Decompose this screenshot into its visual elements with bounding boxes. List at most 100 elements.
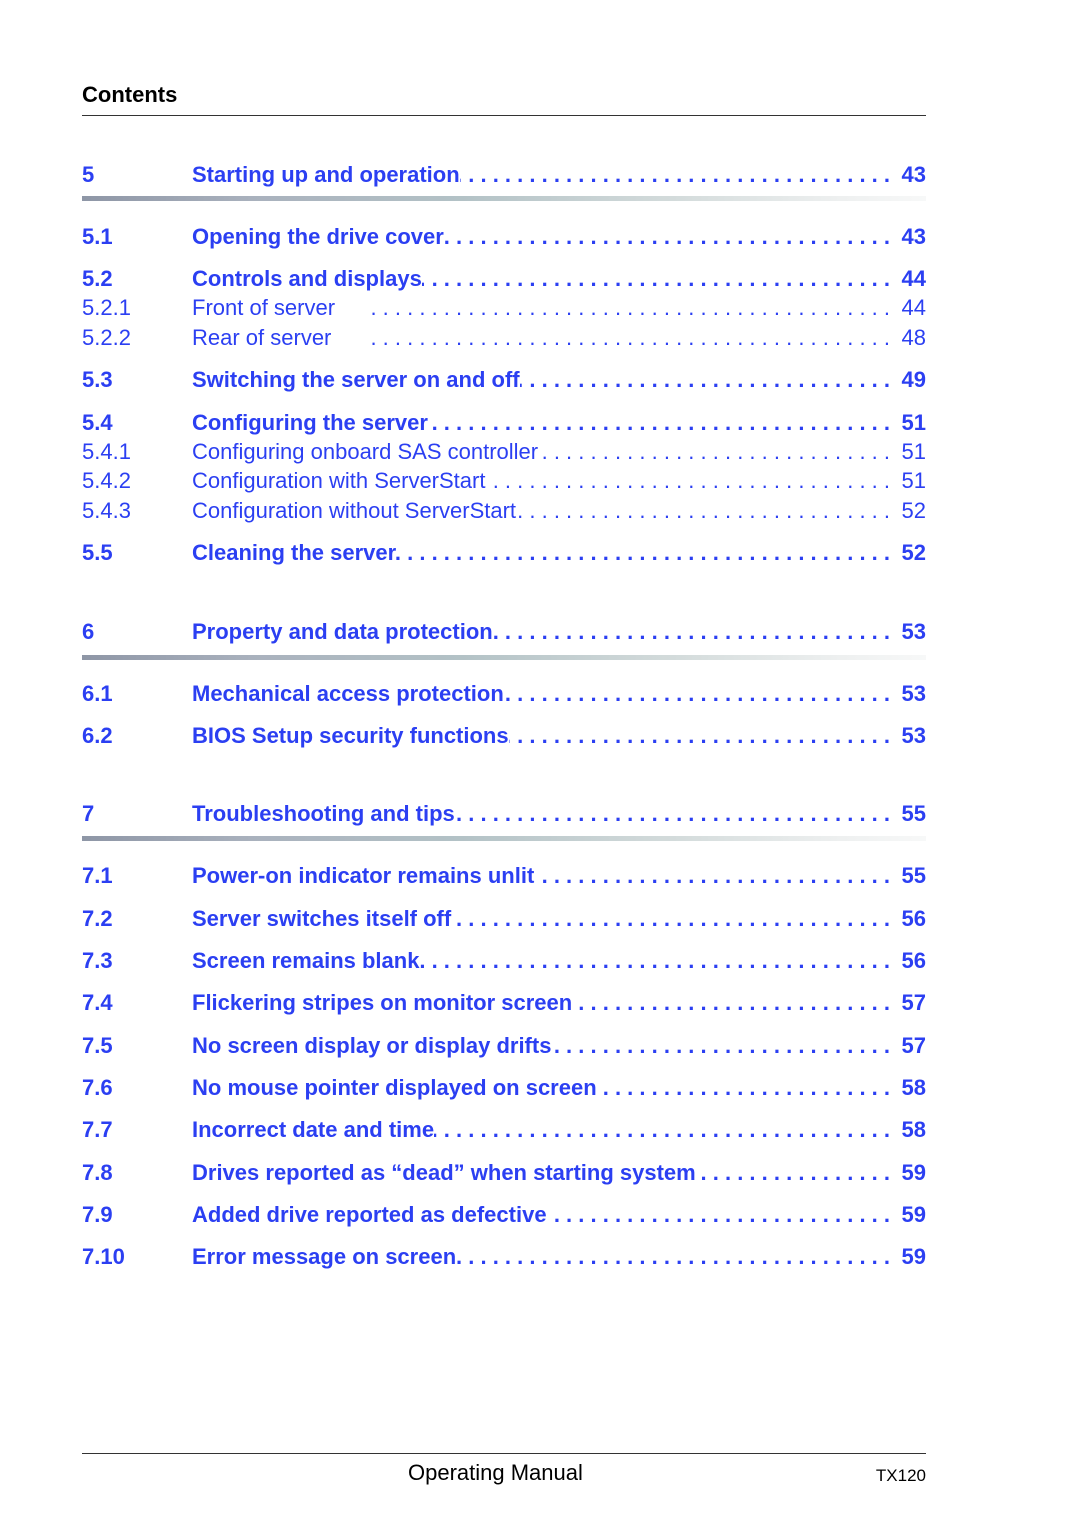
toc-entry-page-number[interactable]: 59 [894, 1202, 926, 1228]
page-title: Contents [82, 82, 178, 107]
toc-entry-title-wrap: Rear of server . . . . . . . . . . . . . … [192, 325, 894, 351]
toc-entry-page-number[interactable]: 52 [894, 498, 926, 524]
toc-entry[interactable]: 5.2 Controls and displays. . . . . . . . … [82, 266, 926, 296]
toc-entry-title[interactable]: Troubleshooting and tips [192, 801, 455, 827]
toc-entry-title-wrap: Troubleshooting and tips. . . . . . . . … [192, 801, 894, 827]
toc-entry-page-number[interactable]: 43 [894, 162, 926, 188]
toc-entry-title[interactable]: Front of server [192, 295, 335, 321]
toc-dot-leader: . . . . . . . . . . . . . . . . . . . . … [451, 906, 890, 931]
toc-dot-leader: . . . . . . . . . . . . . . . . . . . . … [534, 863, 890, 888]
toc-entry[interactable]: 5.1 Opening the drive cover. . . . . . . … [82, 224, 926, 254]
toc-entry-page-number[interactable]: 53 [894, 681, 926, 707]
toc-entry[interactable]: 7.7 Incorrect date and time. . . . . . . … [82, 1117, 926, 1147]
toc-entry[interactable]: 5.4.2 Configuration with ServerStart. . .… [82, 468, 926, 498]
toc-entry-page-number[interactable]: 49 [894, 367, 926, 393]
toc-entry[interactable]: 7.6 No mouse pointer displayed on screen.… [82, 1075, 926, 1105]
toc-entry[interactable]: 5.4.3 Configuration without ServerStart. … [82, 498, 926, 528]
toc-dot-leader: . . . . . . . . . . . . . . . . . . . . … [421, 266, 890, 291]
toc-entry-title[interactable]: Property and data protection [192, 619, 493, 645]
toc-entry-title[interactable]: Configuration with ServerStart [192, 468, 485, 494]
toc-entry-title[interactable]: Server switches itself off [192, 906, 451, 932]
toc-entry-page-number[interactable]: 44 [894, 266, 926, 292]
toc-entry-number: 7 [82, 801, 95, 826]
toc-entry[interactable]: 6 Property and data protection. . . . . .… [82, 619, 926, 649]
toc-dot-leader: . . . . . . . . . . . . . . . . . . . . … [370, 325, 890, 350]
toc-entry[interactable]: 5.5 Cleaning the server. . . . . . . . . … [82, 540, 926, 570]
toc-entry-page-number[interactable]: 58 [894, 1117, 926, 1143]
toc-entry-page-number[interactable]: 43 [894, 224, 926, 250]
toc-entry-page-number[interactable]: 53 [894, 619, 926, 645]
toc-entry-title[interactable]: Configuration without ServerStart [192, 498, 516, 524]
toc-entry-title-wrap: Cleaning the server. . . . . . . . . . .… [192, 540, 894, 566]
toc-entry[interactable]: 6.2 BIOS Setup security functions. . . . … [82, 723, 926, 753]
toc-entry-title[interactable]: Opening the drive cover [192, 224, 444, 250]
toc-entry-page-number[interactable]: 51 [894, 410, 926, 436]
toc-entry-title-wrap: Configuration with ServerStart. . . . . … [192, 468, 894, 494]
toc-entry-title-wrap: Switching the server on and off. . . . .… [192, 367, 894, 393]
toc-entry-page-number[interactable]: 44 [894, 295, 926, 321]
toc-entry-title[interactable]: No screen display or display drifts [192, 1033, 551, 1059]
toc-entry-title-wrap: No mouse pointer displayed on screen. . … [192, 1075, 894, 1101]
toc-entry-page-number[interactable]: 59 [894, 1244, 926, 1270]
toc-entry-page-number[interactable]: 56 [894, 906, 926, 932]
toc-entry-page-number[interactable]: 55 [894, 801, 926, 827]
toc-entry-page-number[interactable]: 52 [894, 540, 926, 566]
toc-entry-page-number[interactable]: 51 [894, 439, 926, 465]
toc-entry[interactable]: 7 Troubleshooting and tips. . . . . . . .… [82, 801, 926, 831]
toc-entry[interactable]: 7.5 No screen display or display drifts. … [82, 1033, 926, 1063]
toc-entry-title[interactable]: Rear of server [192, 325, 331, 351]
toc-entry-title[interactable]: No mouse pointer displayed on screen [192, 1075, 597, 1101]
toc-entry-title-wrap: Power-on indicator remains unlit. . . . … [192, 863, 894, 889]
toc-entry-number: 7.2 [82, 906, 113, 931]
toc-entry[interactable]: 5.3 Switching the server on and off. . . … [82, 367, 926, 397]
toc-entry[interactable]: 7.10 Error message on screen. . . . . . .… [82, 1244, 926, 1274]
toc-entry-title-wrap: Configuration without ServerStart. . . .… [192, 498, 894, 524]
toc-entry-title[interactable]: Drives reported as “dead” when starting … [192, 1160, 696, 1186]
toc-entry-title[interactable]: Power-on indicator remains unlit [192, 863, 534, 889]
toc-entry-title[interactable]: Configuring onboard SAS controller [192, 439, 538, 465]
toc-entry-number: 5.1 [82, 224, 113, 249]
toc-entry-number: 5.5 [82, 540, 113, 565]
toc-entry[interactable]: 7.9 Added drive reported as defective. . … [82, 1202, 926, 1232]
toc-entry-title[interactable]: Added drive reported as defective [192, 1202, 547, 1228]
toc-entry-page-number[interactable]: 57 [894, 1033, 926, 1059]
toc-entry-title[interactable]: BIOS Setup security functions [192, 723, 509, 749]
toc-entry-page-number[interactable]: 48 [894, 325, 926, 351]
toc-entry-title[interactable]: Screen remains blank [192, 948, 419, 974]
toc-entry[interactable]: 5 Starting up and operation. . . . . . . … [82, 162, 926, 192]
toc-entry-title-wrap: Starting up and operation. . . . . . . .… [192, 162, 894, 188]
toc-dot-leader: . . . . . . . . . . . . . . . . . . . . … [396, 540, 890, 565]
toc-entry-title[interactable]: Incorrect date and time [192, 1117, 434, 1143]
toc-entry[interactable]: 7.3 Screen remains blank. . . . . . . . .… [82, 948, 926, 978]
toc-entry-page-number[interactable]: 53 [894, 723, 926, 749]
toc-entry[interactable]: 6.1 Mechanical access protection. . . . .… [82, 681, 926, 711]
chapter-divider [82, 655, 926, 660]
toc-entry[interactable]: 5.4 Configuring the server. . . . . . . .… [82, 410, 926, 440]
toc-entry-page-number[interactable]: 58 [894, 1075, 926, 1101]
toc-entry-page-number[interactable]: 51 [894, 468, 926, 494]
toc-entry-page-number[interactable]: 55 [894, 863, 926, 889]
toc-entry[interactable]: 7.4 Flickering stripes on monitor screen.… [82, 990, 926, 1020]
toc-entry[interactable]: 7.1 Power-on indicator remains unlit. . .… [82, 863, 926, 893]
toc-dot-leader: . . . . . . . . . . . . . . . . . . . . … [551, 1033, 890, 1058]
toc-entry-page-number[interactable]: 57 [894, 990, 926, 1016]
toc-entry-title[interactable]: Controls and displays [192, 266, 422, 292]
toc-entry-title[interactable]: Configuring the server [192, 410, 428, 436]
toc-dot-leader: . . . . . . . . . . . . . . . . . . . . … [516, 498, 890, 523]
toc-entry-page-number[interactable]: 59 [894, 1160, 926, 1186]
toc-entry-title[interactable]: Error message on screen [192, 1244, 456, 1270]
toc-dot-leader: . . . . . . . . . . . . . . . . . . . . … [434, 1117, 890, 1142]
toc-entry-page-number[interactable]: 56 [894, 948, 926, 974]
toc-entry-title[interactable]: Cleaning the server [192, 540, 396, 566]
toc-entry-title[interactable]: Starting up and operation [192, 162, 460, 188]
toc-entry-number: 5.4.1 [82, 439, 131, 464]
toc-entry-title[interactable]: Mechanical access protection [192, 681, 504, 707]
footer-model-name: TX120 [875, 1466, 926, 1485]
toc-entry[interactable]: 5.2.1 Front of server . . . . . . . . . . … [82, 295, 926, 325]
toc-entry[interactable]: 7.8 Drives reported as “dead” when starti… [82, 1160, 926, 1190]
toc-entry[interactable]: 5.2.2 Rear of server . . . . . . . . . . .… [82, 325, 926, 355]
toc-entry-title[interactable]: Switching the server on and off [192, 367, 520, 393]
toc-entry[interactable]: 7.2 Server switches itself off. . . . . .… [82, 906, 926, 936]
toc-entry-title[interactable]: Flickering stripes on monitor screen [192, 990, 572, 1016]
toc-entry[interactable]: 5.4.1 Configuring onboard SAS controller.… [82, 439, 926, 469]
